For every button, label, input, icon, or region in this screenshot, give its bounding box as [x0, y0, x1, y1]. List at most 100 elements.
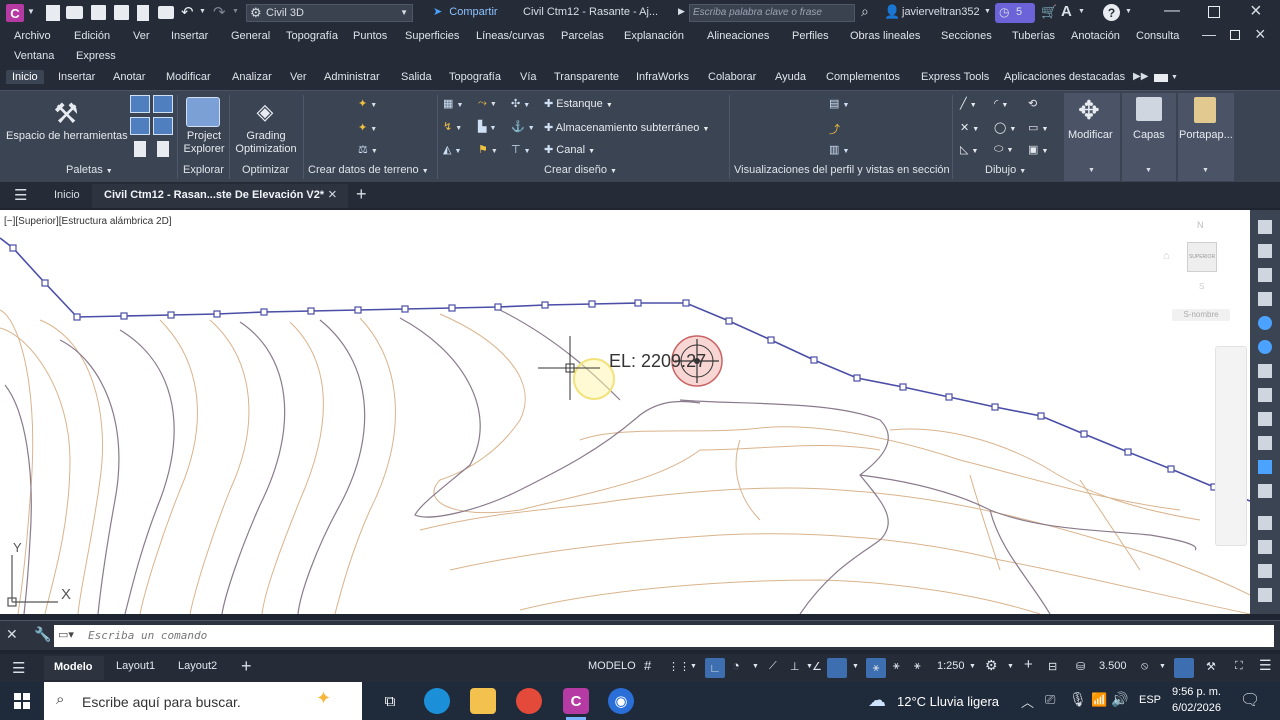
tab-infraworks[interactable]: InfraWorks: [636, 71, 689, 83]
tab-anotar[interactable]: Anotar: [113, 71, 145, 83]
surface-tool-icon[interactable]: ✦ ▼: [358, 121, 377, 134]
menu-item-explanacion[interactable]: Explanación: [624, 30, 684, 42]
palette-tool-icon[interactable]: [1258, 220, 1272, 234]
settings-icon[interactable]: [153, 95, 173, 113]
assembly-tool-icon[interactable]: ⊤ ▼: [511, 143, 531, 156]
app-menu-chevron-icon[interactable]: ▼: [27, 7, 35, 16]
clean-screen-icon[interactable]: ⚒: [1206, 660, 1216, 673]
tab-administrar[interactable]: Administrar: [324, 71, 380, 83]
close-tab-icon[interactable]: ×: [328, 186, 337, 203]
share-button[interactable]: ➤ Compartir: [433, 5, 498, 18]
palette-tool-icon[interactable]: [1258, 268, 1272, 282]
minimize-button[interactable]: —: [1164, 2, 1180, 20]
polar-tracking-icon[interactable]: ◔: [732, 658, 740, 673]
publish-icon[interactable]: [137, 5, 149, 21]
points-tool-icon[interactable]: ✦ ▼: [358, 97, 377, 110]
redo-icon[interactable]: ↷: [213, 3, 226, 21]
palette-tool-icon[interactable]: [1258, 564, 1272, 578]
toolspace-button-label[interactable]: Espacio de herramientas: [6, 130, 128, 142]
search-icon[interactable]: ⌕: [861, 3, 869, 20]
spline-tool-icon[interactable]: ◺ ▼: [960, 143, 978, 156]
add-layout-button[interactable]: +: [241, 656, 252, 677]
palette-tool-icon[interactable]: [1258, 388, 1272, 402]
palette-tool-icon[interactable]: [1258, 436, 1272, 450]
print-icon[interactable]: [158, 6, 174, 19]
isodraft-icon[interactable]: ⟋: [769, 660, 777, 673]
open-folder-icon[interactable]: [66, 6, 83, 19]
tab-ayuda[interactable]: Ayuda: [775, 71, 806, 83]
quick-properties-icon[interactable]: ⛁: [1076, 660, 1085, 673]
clock-date[interactable]: 6/02/2026: [1172, 702, 1221, 714]
almacenamiento-button[interactable]: ✚ Almacenamiento subterráneo ▼: [544, 121, 709, 134]
active-document-tab[interactable]: Civil Ctm12 - Rasan...ste De Elevación V…: [92, 184, 348, 208]
section-view-icon[interactable]: ▥ ▼: [829, 143, 849, 156]
line-tool-icon[interactable]: ╱ ▼: [960, 97, 977, 110]
menu-item-obras-lineales[interactable]: Obras lineales: [850, 30, 920, 42]
palette-tool-icon[interactable]: [1258, 412, 1272, 426]
expand-arrow-icon[interactable]: ▶: [678, 6, 685, 17]
viewcube-face[interactable]: SUPERIOR: [1187, 242, 1217, 272]
osnap-dropdown-icon[interactable]: ▼: [852, 663, 859, 670]
vertex-grip[interactable]: [725, 317, 733, 325]
search-box[interactable]: Escriba palabra clave o frase: [689, 4, 855, 22]
palette-tool-icon[interactable]: [1258, 292, 1272, 306]
menu-item-secciones[interactable]: Secciones: [941, 30, 992, 42]
tab-ver[interactable]: Ver: [290, 71, 307, 83]
palette-tool-icon[interactable]: [1258, 340, 1272, 354]
vertex-grip[interactable]: [588, 300, 596, 308]
polar-dropdown-icon[interactable]: ▼: [752, 663, 759, 670]
customize-wrench-icon[interactable]: 🔧: [34, 626, 51, 643]
vertex-grip[interactable]: [945, 393, 953, 401]
palette-tool-icon[interactable]: [1258, 244, 1272, 258]
vertex-grip[interactable]: [899, 383, 907, 391]
grid-icon[interactable]: #: [644, 658, 651, 673]
layout-menu-icon[interactable]: ☰: [12, 659, 25, 677]
customize-status-icon[interactable]: ☰: [1259, 657, 1272, 674]
tab-modificar[interactable]: Modificar: [166, 71, 211, 83]
user-dropdown-icon[interactable]: ▼: [984, 8, 991, 15]
menu-item-general[interactable]: General: [231, 30, 270, 42]
autodesk-a-icon[interactable]: A: [1061, 3, 1072, 20]
canal-button[interactable]: ✚ Canal ▼: [544, 143, 595, 156]
workspace-dropdown-icon[interactable]: ▼: [1007, 663, 1014, 670]
menu-item-parcelas[interactable]: Parcelas: [561, 30, 604, 42]
multipoint-tool-icon[interactable]: ✕ ▼: [960, 121, 979, 134]
portapapeles-panel[interactable]: Portapap... ▼: [1178, 93, 1234, 181]
menu-item-consulta[interactable]: Consulta: [1136, 30, 1179, 42]
tray-app-icon[interactable]: ⎚: [1045, 692, 1055, 708]
menu-item-puntos[interactable]: Puntos: [353, 30, 387, 42]
more-tabs-icon[interactable]: ▶▶: [1133, 71, 1148, 82]
polyline-tool-icon[interactable]: ⟲: [1028, 97, 1037, 110]
properties-icon[interactable]: [134, 141, 146, 157]
tab-insertar[interactable]: Insertar: [58, 71, 95, 83]
vertex-grip[interactable]: [1167, 465, 1175, 473]
circle-tool-icon[interactable]: ◯ ▼: [994, 121, 1016, 134]
vertex-grip[interactable]: [9, 244, 17, 252]
prospector-icon[interactable]: [130, 95, 150, 113]
ribbon-toggle-dropdown-icon[interactable]: ▼: [1171, 74, 1178, 81]
maximize-button[interactable]: [1208, 6, 1220, 18]
tab-aplicaciones-destacadas[interactable]: Aplicaciones destacadas: [1004, 71, 1125, 83]
vertex-grip[interactable]: [213, 310, 221, 318]
menu-item-alineaciones[interactable]: Alineaciones: [707, 30, 769, 42]
autodesk-access-icon[interactable]: ◉: [608, 688, 634, 714]
scale-dropdown-icon[interactable]: ▼: [969, 663, 976, 670]
app-badge[interactable]: C: [6, 4, 24, 22]
menu-item-tuberias[interactable]: Tuberías: [1012, 30, 1055, 42]
project-explorer-icon[interactable]: [186, 97, 220, 127]
snap-mode-icon[interactable]: ⋮⋮: [668, 660, 690, 673]
panel-label-crear-datos[interactable]: Crear datos de terreno ▼: [308, 164, 429, 176]
vertex-grip[interactable]: [41, 279, 49, 287]
close-button[interactable]: ×: [1250, 0, 1262, 23]
civil3d-app-icon[interactable]: C: [563, 688, 589, 714]
lineweight-icon[interactable]: ∠: [812, 660, 822, 673]
close-command-icon[interactable]: ✕: [6, 626, 18, 643]
annotation-visibility-icon[interactable]: ⚹: [893, 660, 900, 673]
tab-topografia[interactable]: Topografía: [449, 71, 501, 83]
workspace-gear-icon[interactable]: ⚙: [985, 657, 998, 674]
vertex-grip[interactable]: [541, 301, 549, 309]
new-file-icon[interactable]: [46, 5, 60, 21]
vertex-grip[interactable]: [73, 313, 81, 321]
weather-text[interactable]: 12°C Lluvia ligera: [897, 694, 999, 709]
user-icon[interactable]: 👤: [884, 4, 900, 20]
